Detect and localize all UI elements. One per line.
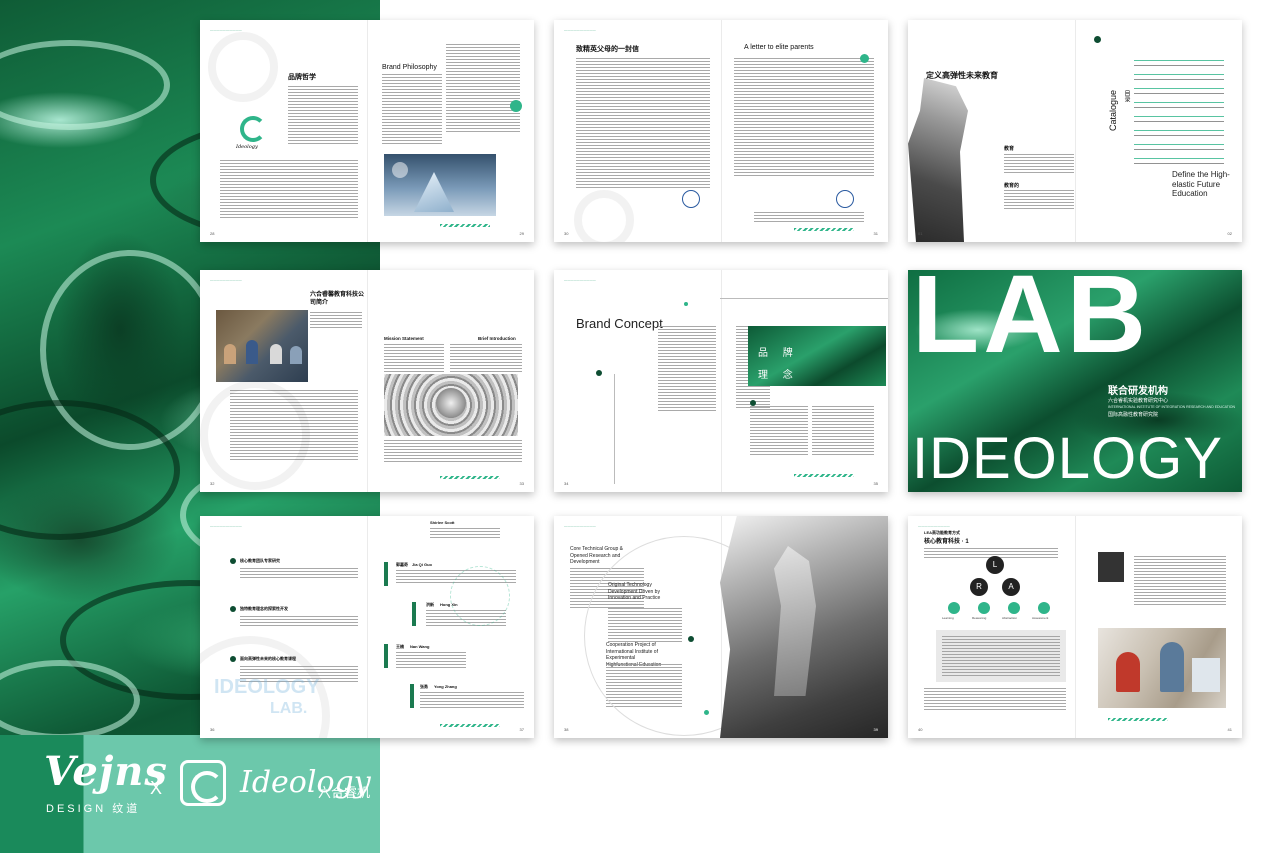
badge-r: R: [970, 578, 988, 596]
ideology-cn-text: 六合睿机: [318, 785, 371, 800]
ideology-logo-icon: [180, 760, 226, 806]
lab-sub3: 国际高融性教育研究院: [1108, 412, 1159, 418]
students-photo: [1098, 628, 1226, 708]
badge-l: L: [986, 556, 1004, 574]
person-cn-3: 洪新: [426, 602, 434, 607]
spread-core-education: —————————— LEA高功能教育方式 核心教育科技 · 1 L R A L…: [908, 516, 1242, 738]
step-label-4: Assessment: [1032, 616, 1049, 620]
ideology-title: IDEOLOGY: [912, 426, 1223, 491]
relief-photo: [384, 374, 518, 436]
page-title: 致精英父母的一封信: [576, 46, 639, 53]
logo-icon: [240, 116, 266, 142]
spread-letter: —————————— 致精英父母的一封信 A letter to elite p…: [554, 20, 888, 242]
classroom-photo: [216, 310, 308, 382]
step-dot-2: [978, 602, 990, 614]
mountain-photo: [384, 154, 496, 216]
person-cn-4: 王楠: [396, 644, 404, 649]
define-text: Define the High-elastic Future Education: [1172, 170, 1230, 199]
team-item-3: 面向高弹性未来的核心教育课程: [240, 656, 296, 661]
page-title: 品牌哲学: [288, 74, 316, 81]
person-cn-2: 郭嘉奇: [396, 562, 408, 567]
lab-cn-title: 联合研发机构: [1108, 386, 1168, 397]
team-item-1: 核心教育团队专家研究: [240, 558, 280, 563]
step-dot-1: [948, 602, 960, 614]
person-cn-5: 张勇: [420, 684, 428, 689]
seal-icon: [836, 190, 854, 208]
watermark-logo: IDEOLOGY: [214, 676, 320, 698]
presentation-board: Vejns DESIGN 纹道 X Ideology 六合睿机 ————————…: [0, 0, 1280, 853]
spread-company-intro: —————————— 六合睿馨教育科技公司简介 Mission Statemen…: [200, 270, 534, 492]
spread-team: —————————— 核心教育团队专家研究 独特教育理念的探索性开发 面向高弹性…: [200, 516, 534, 738]
subtitle2: 教育的: [1004, 183, 1020, 189]
step-dot-4: [1038, 602, 1050, 614]
badge-a: A: [1002, 578, 1020, 596]
person-name-4: Nan Wang: [410, 644, 430, 649]
catalogue-label: Catalogue: [1108, 90, 1118, 132]
lab-sub: 六合睿机实验教育研究中心: [1108, 398, 1169, 404]
lab-title: LAB: [912, 270, 1151, 376]
step-label-3: Abstraction: [1002, 616, 1018, 620]
person-name-2: Jia Qi Guo: [412, 562, 433, 567]
angel-statue-photo: [720, 516, 888, 738]
quote-box: [936, 630, 1066, 682]
step-dot-3: [1008, 602, 1020, 614]
person-name-5: Yong Zhang: [434, 684, 457, 689]
step-label-1: Learning: [942, 616, 954, 620]
page-title-en: Brand Concept: [576, 316, 663, 331]
team-item-2: 独特教育理念的探索性开发: [240, 606, 288, 611]
page-title: 核心教育科技 · 1: [924, 539, 969, 545]
spread-brand-philosophy: —————————— 品牌哲学 Ideology Brand Philosoph…: [200, 20, 534, 242]
page-title-en: A letter to elite parents: [744, 44, 814, 51]
catalogue-cn: 目录: [1123, 90, 1129, 102]
step-label-2: Reasoning: [972, 616, 987, 620]
design-label: DESIGN 纹道: [46, 803, 141, 815]
cross-symbol: X: [150, 778, 163, 798]
spread-brand-concept: —————————— Brand Concept 品 牌 理 念 34 35: [554, 270, 888, 492]
spread-core-technical: —————————— Core Technical Group & Opened…: [554, 516, 888, 738]
angel-statue-photo: [908, 78, 968, 242]
subtitle: 教育: [1004, 146, 1015, 152]
page-title-en: Brand Philosophy: [382, 64, 437, 71]
diagram-box: [1098, 552, 1124, 582]
spread-lab-ideology: LAB IDEOLOGY 联合研发机构 六合睿机实验教育研究中心 INTERNA…: [908, 270, 1242, 492]
concept-cn-2: 理 念: [758, 370, 799, 381]
page-title: 定义高弹性未来教育: [926, 71, 998, 80]
person-name-1: Shirlee Scott: [430, 520, 455, 525]
seal-icon: [682, 190, 700, 208]
concept-cn-1: 品 牌: [758, 348, 799, 359]
mission-title: Mission Statement: [384, 336, 424, 341]
watermark-lab: LAB.: [270, 700, 308, 717]
lab-sub2: INTERNATIONAL INSTITUTE OF INTEGRATION R…: [1108, 405, 1236, 409]
page-title: 六合睿馨教育科技公司简介: [310, 292, 365, 306]
logo-text: Ideology: [236, 144, 258, 150]
brief-title: Brief Introduction: [478, 336, 516, 341]
spread-catalogue: 定义高弹性未来教育 教育 教育的 Catalogue 目录 Define the…: [908, 20, 1242, 242]
